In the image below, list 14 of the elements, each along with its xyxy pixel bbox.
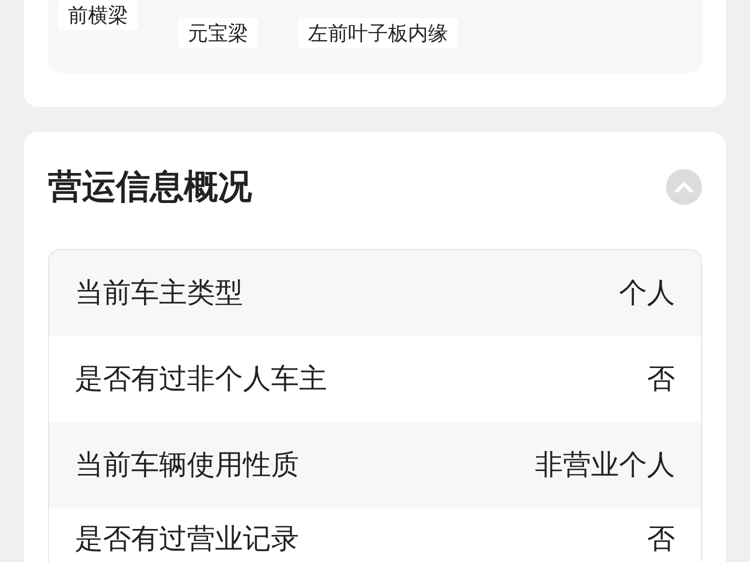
row-value: 个人 xyxy=(619,278,675,308)
row-value: 非营业个人 xyxy=(535,450,675,480)
section-title: 营运信息概况 xyxy=(48,166,252,209)
part-tag: 元宝梁 xyxy=(178,18,258,48)
collapse-button[interactable] xyxy=(666,169,702,205)
row-label: 当前车主类型 xyxy=(75,278,243,308)
row-label: 是否有过营业记录 xyxy=(75,524,299,554)
row-label: 当前车辆使用性质 xyxy=(75,450,299,480)
part-tag: 左前叶子板内缘 xyxy=(298,18,458,48)
row-label: 是否有过非个人车主 xyxy=(75,364,327,394)
row-value: 否 xyxy=(647,524,675,554)
chevron-icon xyxy=(675,181,693,193)
part-tag: 前横梁 xyxy=(58,0,138,30)
row-value: 否 xyxy=(647,364,675,394)
